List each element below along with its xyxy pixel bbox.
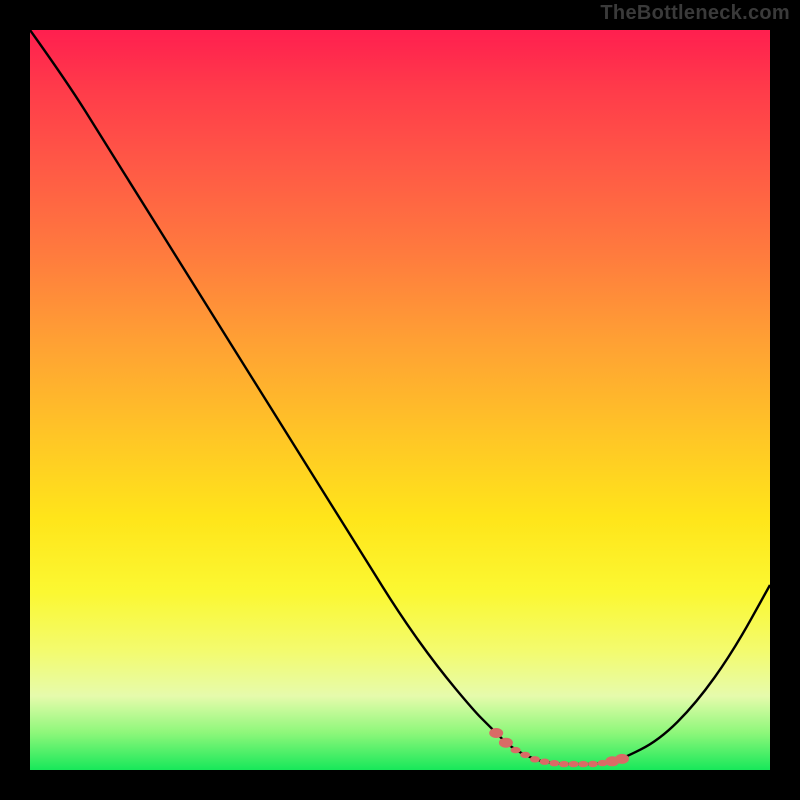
watermark-text: TheBottleneck.com (600, 2, 790, 25)
optimal-range-dot (615, 754, 629, 764)
optimal-range-dot (499, 738, 513, 748)
optimal-range-dot (489, 728, 503, 738)
optimal-range-dot (540, 759, 550, 765)
optimal-range-dot (511, 747, 521, 753)
chart-frame: TheBottleneck.com (0, 0, 800, 800)
bottleneck-curve (30, 30, 770, 770)
optimal-range-dot (530, 756, 540, 762)
optimal-range-dot (569, 761, 579, 767)
optimal-range-dot (559, 761, 569, 767)
optimal-range-dot (588, 761, 598, 767)
optimal-range-dot (549, 760, 559, 766)
optimal-range-dot (520, 752, 530, 758)
optimal-range-dot (578, 761, 588, 767)
plot-area (30, 30, 770, 770)
